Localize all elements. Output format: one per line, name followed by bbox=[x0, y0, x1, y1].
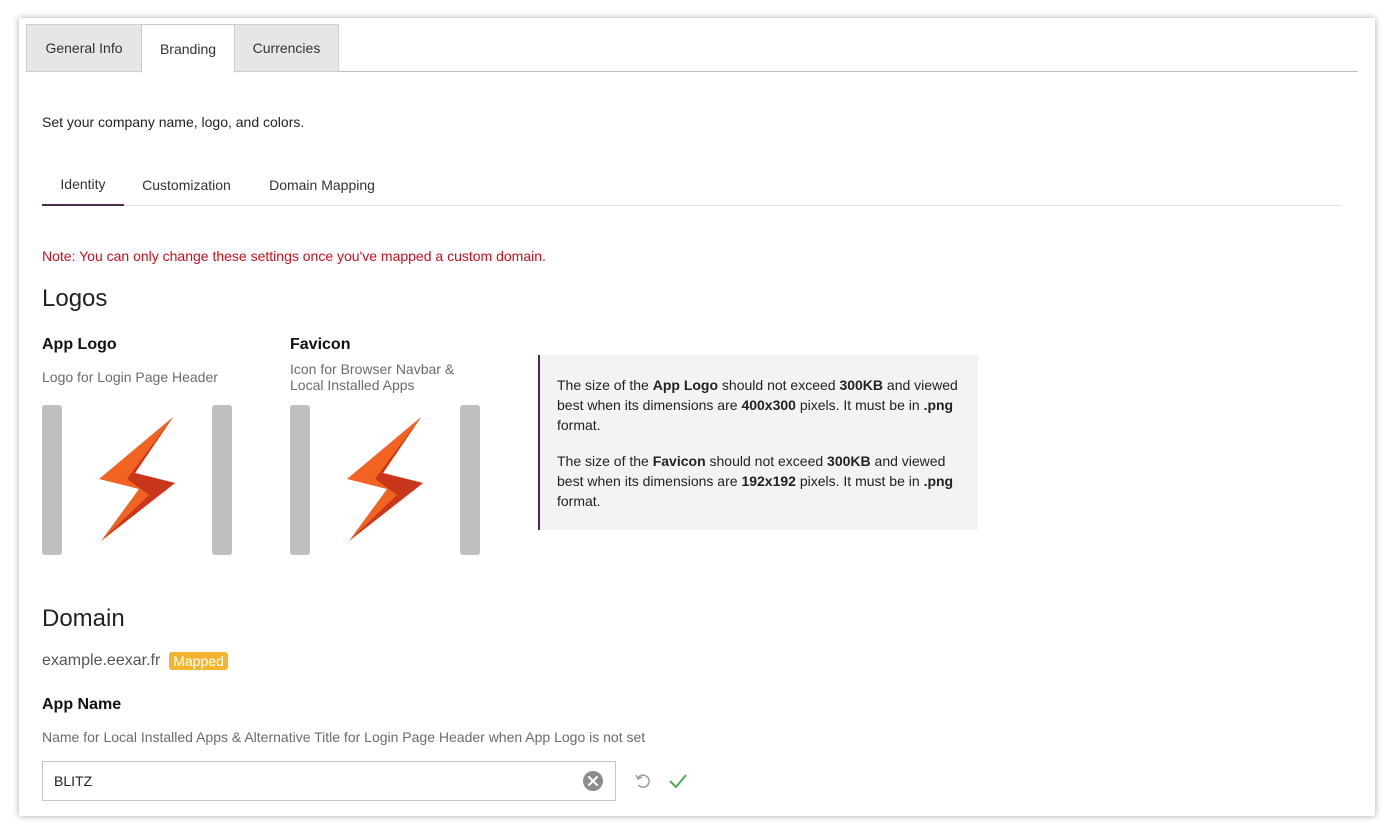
domain-heading: Domain bbox=[42, 605, 125, 632]
clear-icon[interactable] bbox=[583, 771, 603, 791]
domain-value: example.eexar.fr bbox=[42, 652, 161, 669]
status-badge: Mapped bbox=[169, 652, 228, 670]
tab-currencies[interactable]: Currencies bbox=[234, 24, 339, 72]
confirm-check-icon[interactable] bbox=[667, 770, 689, 792]
settings-panel: General Info Branding Currencies Set you… bbox=[19, 18, 1375, 816]
sub-tab-bar: Identity Customization Domain Mapping bbox=[42, 164, 1342, 206]
app-logo-description: Logo for Login Page Header bbox=[42, 369, 218, 385]
logo-frame-left bbox=[42, 405, 62, 555]
logo-frame-right bbox=[212, 405, 232, 555]
favicon-title: Favicon bbox=[290, 336, 351, 353]
tab-general-info[interactable]: General Info bbox=[26, 24, 142, 72]
app-name-input[interactable] bbox=[54, 773, 574, 789]
domain-warning-note: Note: You can only change these settings… bbox=[42, 248, 546, 264]
favicon-description-line2: Local Installed Apps bbox=[290, 377, 415, 393]
undo-icon[interactable] bbox=[632, 770, 654, 792]
app-name-description: Name for Local Installed Apps & Alternat… bbox=[42, 729, 646, 745]
tab-identity[interactable]: Identity bbox=[42, 164, 124, 206]
tab-domain-mapping[interactable]: Domain Mapping bbox=[258, 164, 386, 206]
tab-branding[interactable]: Branding bbox=[141, 24, 235, 73]
tab-customization[interactable]: Customization bbox=[132, 164, 241, 206]
top-tab-bar: General Info Branding Currencies bbox=[26, 24, 1358, 73]
logos-heading: Logos bbox=[42, 285, 108, 312]
logo-requirements-info: The size of the App Logo should not exce… bbox=[538, 355, 978, 530]
section-intro: Set your company name, logo, and colors. bbox=[42, 114, 305, 130]
app-logo-upload[interactable] bbox=[42, 405, 232, 555]
lightning-bolt-icon bbox=[347, 417, 423, 541]
app-logo-requirements: The size of the App Logo should not exce… bbox=[557, 377, 958, 433]
favicon-frame-right bbox=[460, 405, 480, 555]
favicon-description-line1: Icon for Browser Navbar & bbox=[290, 361, 455, 377]
domain-status-row: example.eexar.fr Mapped bbox=[42, 652, 228, 670]
app-logo-title: App Logo bbox=[42, 336, 117, 353]
favicon-frame-left bbox=[290, 405, 310, 555]
favicon-upload[interactable] bbox=[290, 405, 480, 555]
lightning-bolt-icon bbox=[99, 417, 175, 541]
app-name-field bbox=[42, 761, 616, 801]
favicon-requirements: The size of the Favicon should not excee… bbox=[557, 453, 954, 509]
app-name-title: App Name bbox=[42, 696, 122, 713]
